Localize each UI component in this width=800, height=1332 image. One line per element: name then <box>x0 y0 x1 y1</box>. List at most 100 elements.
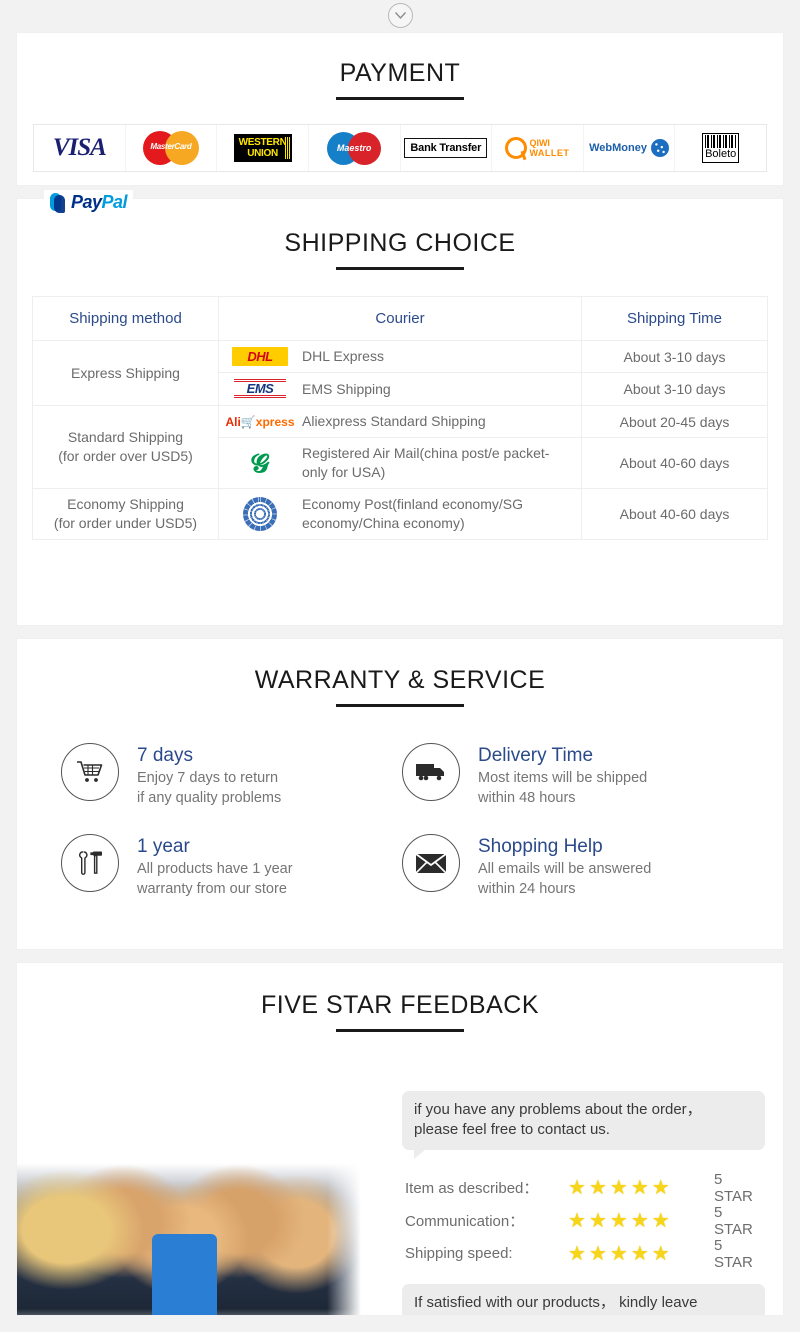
aliexpress-label-a: Ali <box>225 414 241 429</box>
qiwi-wallet-logo: QIWI WALLET <box>491 125 583 171</box>
rating-label: Communication： <box>405 1213 525 1230</box>
rating-label: Shipping speed: <box>405 1245 513 1262</box>
feature-line-2: if any quality problems <box>137 790 282 806</box>
header-courier: Courier <box>218 296 582 341</box>
star-icon: ★ <box>630 1176 649 1199</box>
payment-title: PAYMENT <box>339 59 461 87</box>
table-row: Express Shipping DHL DHL Express About 3… <box>32 340 768 406</box>
paypal-mark-icon <box>50 192 67 213</box>
courier-name-aliexpress: Aliexpress Standard Shipping <box>302 413 486 429</box>
payment-logos-strip: VISA MasterCard WESTERN UNION Maestro Ba… <box>33 124 767 172</box>
courier-name-economy: Economy Post(finland economy/SG economy/… <box>302 496 523 531</box>
payment-title-underline <box>336 97 464 100</box>
cell-time-chinapost: About 40-60 days <box>581 437 768 489</box>
feature-line-2: warranty from our store <box>137 881 287 897</box>
table-row: Economy Shipping (for order under USD5) … <box>32 488 768 540</box>
feature-title: 7 days <box>137 745 193 766</box>
star-icon: ★ <box>609 1242 628 1265</box>
rating-value: 5 STAR <box>714 1203 753 1238</box>
ems-logo: EMS <box>229 379 291 399</box>
courier-name-dhl: DHL Express <box>302 348 384 364</box>
feedback-title: FIVE STAR FEEDBACK <box>260 991 540 1019</box>
warranty-title: WARRANTY & SERVICE <box>254 666 546 694</box>
rating-list: Item as described： ★ ★ ★ ★ ★ 5 STAR Comm… <box>405 1171 765 1271</box>
feature-title: 1 year <box>137 836 190 857</box>
cell-method-economy: Economy Shipping (for order under USD5) <box>32 488 219 540</box>
paypal-label-part1: Pay <box>71 192 102 212</box>
star-icon: ★ <box>630 1209 649 1232</box>
cell-method-express: Express Shipping <box>32 340 219 406</box>
barcode-icon <box>705 135 737 148</box>
header-shipping-time: Shipping Time <box>581 296 768 341</box>
china-post-logo: 𝓖 <box>250 448 270 478</box>
chevron-down-icon[interactable] <box>387 2 413 28</box>
star-icon: ★ <box>651 1242 670 1265</box>
boleto-label: Boleto <box>705 148 737 160</box>
western-union-line2: UNION <box>247 148 278 159</box>
policy-page: PAYMENT VISA MasterCard WESTERN UNION Ma… <box>0 0 800 1332</box>
shopping-cart-icon <box>61 743 119 801</box>
feature-title: Delivery Time <box>478 745 594 766</box>
star-rating-icons: ★ ★ ★ ★ ★ <box>568 1211 714 1231</box>
star-icon: ★ <box>568 1176 586 1199</box>
western-union-line1: WESTERN <box>238 137 287 148</box>
maestro-logo: Maestro <box>307 125 400 171</box>
shipping-table: Shipping method Courier Shipping Time Ex… <box>32 296 768 540</box>
feedback-content: if you have any problems about the order… <box>402 1091 765 1315</box>
courier-name-ems: EMS Shipping <box>302 380 391 397</box>
cell-method-standard: Standard Shipping (for order over USD5) <box>32 405 219 489</box>
rating-row-item-as-described: Item as described： ★ ★ ★ ★ ★ 5 STAR <box>405 1171 765 1205</box>
western-union-logo: WESTERN UNION <box>216 125 308 171</box>
star-icon: ★ <box>588 1176 607 1199</box>
shipping-section: SHIPPING CHOICE Shipping method Courier … <box>16 198 784 626</box>
cell-courier-chinapost: 𝓖 Registered Air Mail(china post/e packe… <box>218 437 582 489</box>
expand-toggle[interactable] <box>0 0 800 30</box>
paypal-label-part2: Pal <box>101 192 128 212</box>
qiwi-line1: QIWI <box>529 138 550 148</box>
delivery-truck-icon <box>402 743 460 801</box>
rating-row-communication: Communication： ★ ★ ★ ★ ★ 5 STAR <box>405 1203 765 1238</box>
star-icon: ★ <box>630 1242 649 1265</box>
dhl-label: DHL <box>247 349 273 364</box>
rating-row-shipping-speed: Shipping speed: ★ ★ ★ ★ ★ 5 STAR <box>405 1236 765 1271</box>
star-icon: ★ <box>609 1176 628 1199</box>
warranty-section: WARRANTY & SERVICE 7 days Enjoy 7 days t… <box>16 638 784 950</box>
boleto-logo: Boleto <box>674 125 766 171</box>
feature-line-1: All emails will be answered <box>478 861 652 877</box>
header-shipping-method: Shipping method <box>32 296 219 341</box>
rating-value: 5 STAR <box>714 1236 753 1271</box>
table-header-row: Shipping method Courier Shipping Time <box>32 296 768 341</box>
webmoney-globe-icon <box>650 139 669 157</box>
bank-transfer-logo: Bank Transfer <box>399 125 492 171</box>
payment-section: PAYMENT VISA MasterCard WESTERN UNION Ma… <box>16 32 784 186</box>
mastercard-logo: MasterCard <box>124 125 217 171</box>
aliexpress-logo: Ali🛒xpress <box>225 414 295 429</box>
cell-time-ems: About 3-10 days <box>581 372 768 406</box>
shipping-title-underline <box>336 267 464 270</box>
cell-method-standard-line2: (for order over USD5) <box>58 448 193 464</box>
contact-bubble-line2: please feel free to contact us. <box>414 1121 610 1138</box>
star-icon: ★ <box>588 1242 607 1265</box>
cell-time-dhl: About 3-10 days <box>581 340 768 373</box>
webmoney-label: WebMoney <box>589 142 647 154</box>
bank-transfer-label: Bank Transfer <box>404 138 488 158</box>
dhl-logo: DHL <box>229 347 291 366</box>
feature-line-2: within 48 hours <box>478 790 576 806</box>
star-icon: ★ <box>568 1242 586 1265</box>
cell-method-standard-line1: Standard Shipping <box>67 429 184 445</box>
qiwi-q-icon <box>505 137 528 159</box>
united-nations-logo <box>229 497 291 531</box>
star-icon: ★ <box>651 1176 670 1199</box>
happy-team-photo <box>17 1130 361 1315</box>
warranty-title-underline <box>336 704 464 707</box>
star-rating-icons: ★ ★ ★ ★ ★ <box>568 1178 714 1198</box>
feature-line-2: within 24 hours <box>478 881 576 897</box>
tools-icon <box>61 834 119 892</box>
contact-bubble-line1: if you have any problems about the order… <box>414 1101 702 1118</box>
cell-time-economy: About 40-60 days <box>581 488 768 540</box>
feature-7-days: 7 days Enjoy 7 days to return if any qua… <box>61 743 402 808</box>
star-icon: ★ <box>588 1209 607 1232</box>
cell-courier-economy: Economy Post(finland economy/SG economy/… <box>218 488 582 540</box>
paypal-logo: PayPal <box>44 190 134 215</box>
cell-method-economy-line2: (for order under USD5) <box>53 515 198 531</box>
